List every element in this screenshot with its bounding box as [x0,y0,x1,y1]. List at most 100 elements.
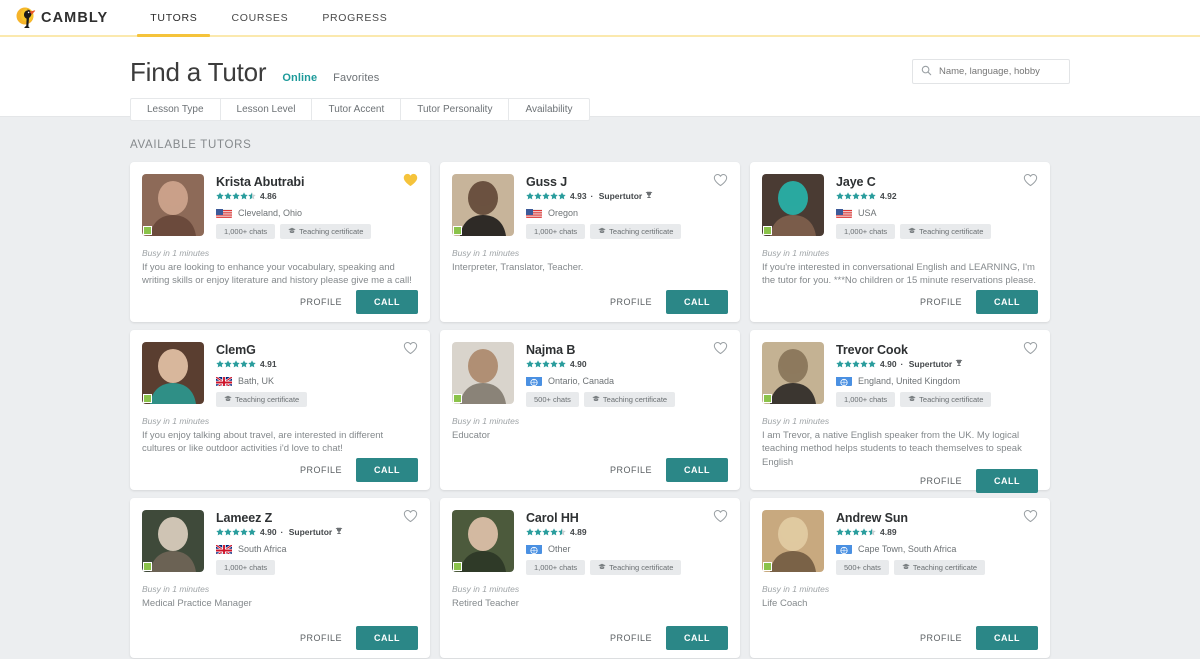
profile-button[interactable]: PROFILE [610,633,652,643]
avatar[interactable] [762,174,824,236]
supertutor-badge: · Supertutor [281,527,344,537]
tutor-card[interactable]: Trevor Cook 4.90 · Supertutor England, Unit… [750,330,1050,494]
avatar[interactable] [142,174,204,236]
avatar[interactable] [142,510,204,572]
filter-availability[interactable]: Availability [508,98,590,121]
profile-button[interactable]: PROFILE [920,633,962,643]
brand-logo[interactable]: CAMBLY [14,5,108,31]
profile-button[interactable]: PROFILE [920,476,962,486]
rating-row: 4.86 [216,191,418,201]
tab-online[interactable]: Online [282,72,317,84]
call-button[interactable]: CALL [356,290,418,314]
avatar[interactable] [762,510,824,572]
main-content: AVAILABLE TUTORS Krista Abutrabi 4.86 Clev… [130,117,1070,658]
tutor-info: Krista Abutrabi 4.86 Cleveland, Ohio 1,000+… [216,174,418,239]
flag-other-icon [526,543,542,554]
rating-row: 4.89 [836,527,1038,537]
location-row: England, United Kingdom [836,375,1038,386]
flag-us-icon [216,207,232,218]
favorite-icon-outline[interactable] [1023,341,1038,360]
call-button[interactable]: CALL [976,290,1038,314]
filter-tutor-accent[interactable]: Tutor Accent [311,98,401,121]
tutor-card[interactable]: Jaye C 4.92 USA 1,000+ chats Teaching certif… [750,162,1050,322]
call-button[interactable]: CALL [976,626,1038,650]
search-input[interactable] [939,66,1061,77]
tutor-card[interactable]: ClemG 4.91 Bath, UK Teaching certificate Bus… [130,330,430,490]
tutor-name: Krista Abutrabi [216,175,305,189]
tutor-info: Andrew Sun 4.89 Cape Town, South Africa 500… [836,510,1038,575]
pill-label: 1,000+ chats [224,227,268,236]
tutor-card-header: Najma B 4.90 Ontario, Canada 500+ chats Teac… [452,342,728,407]
tutor-card[interactable]: Guss J 4.93 · Supertutor Oregon 1,000+ chats… [440,162,740,322]
avatar[interactable] [452,342,514,404]
call-button[interactable]: CALL [356,626,418,650]
profile-button[interactable]: PROFILE [300,297,342,307]
filter-tutor-personality[interactable]: Tutor Personality [400,98,509,121]
filter-lesson-type[interactable]: Lesson Type [130,98,220,121]
badge-pill-row: 1,000+ chats Teaching certificate [836,392,1038,407]
tutor-name: Guss J [526,175,568,189]
profile-button[interactable]: PROFILE [300,465,342,475]
online-status-dot [453,226,462,235]
filter-lesson-level[interactable]: Lesson Level [219,98,312,121]
online-status-dot [763,562,772,571]
rating-value: 4.89 [880,527,897,537]
avatar[interactable] [452,174,514,236]
tutor-card[interactable]: Najma B 4.90 Ontario, Canada 500+ chats Teac… [440,330,740,490]
search-box[interactable] [912,59,1070,84]
favorite-icon-outline[interactable] [1023,509,1038,528]
rating-value: 4.93 [570,191,587,201]
tutor-location: Cape Town, South Africa [858,543,957,554]
profile-button[interactable]: PROFILE [920,297,962,307]
tutor-bio: If you are looking to enhance your vocab… [142,262,412,287]
pill-label: 1,000+ chats [534,227,578,236]
profile-button[interactable]: PROFILE [300,633,342,643]
badge-pill-row: Teaching certificate [216,392,418,407]
call-button[interactable]: CALL [666,290,728,314]
profile-button[interactable]: PROFILE [610,465,652,475]
tutor-bio: If you enjoy talking about travel, are i… [142,430,384,455]
tutor-card[interactable]: Carol HH 4.89 Other 1,000+ chats Teaching ce… [440,498,740,658]
avatar[interactable] [452,510,514,572]
favorite-icon-outline[interactable] [403,509,418,528]
tab-favorites[interactable]: Favorites [333,72,379,84]
favorite-icon-outline[interactable] [713,341,728,360]
online-status-dot [453,394,462,403]
tutor-card-actions: PROFILE CALL [762,290,1038,314]
tutor-card[interactable]: Krista Abutrabi 4.86 Cleveland, Ohio 1,000+… [130,162,430,322]
favorite-icon-outline[interactable] [1023,173,1038,192]
avatar[interactable] [142,342,204,404]
call-button[interactable]: CALL [666,458,728,482]
tutor-card[interactable]: Lameez Z 4.90 · Supertutor South Africa 1,00… [130,498,430,658]
tutor-card-header: Krista Abutrabi 4.86 Cleveland, Ohio 1,000+… [142,174,418,239]
favorite-icon-outline[interactable] [403,341,418,360]
pill-label: Teaching certificate [602,395,668,404]
nav-item-tutors[interactable]: TUTORS [133,0,214,37]
favorite-icon-filled[interactable] [403,173,418,192]
badge-pill-row: 1,000+ chats Teaching certificate [216,224,418,239]
online-status-dot [763,226,772,235]
toucan-logo-icon [14,5,40,31]
call-button[interactable]: CALL [356,458,418,482]
tutor-card-body: Busy in 1 minutes If you are looking to e… [142,248,418,290]
availability-status: Busy in 1 minutes [762,584,830,594]
favorite-icon-outline[interactable] [713,173,728,192]
tutor-bio: Retired Teacher [452,598,519,609]
tutor-card[interactable]: Andrew Sun 4.89 Cape Town, South Africa 500… [750,498,1050,658]
rating-row: 4.92 [836,191,1038,201]
favorite-icon-outline[interactable] [713,509,728,528]
tutor-card-actions: PROFILE CALL [452,290,728,314]
tutor-name: Carol HH [526,511,579,525]
tutor-card-body: Busy in 1 minutes Medical Practice Manage… [142,584,418,626]
tutor-name: Lameez Z [216,511,273,525]
avatar[interactable] [762,342,824,404]
nav-item-progress[interactable]: PROGRESS [305,0,404,35]
nav-item-courses[interactable]: COURSES [214,0,305,35]
tutor-location: Cleveland, Ohio [238,207,303,218]
call-button[interactable]: CALL [976,469,1038,494]
call-button[interactable]: CALL [666,626,728,650]
badge-chat-count: 1,000+ chats [526,560,586,575]
pill-label: 1,000+ chats [224,563,268,572]
profile-button[interactable]: PROFILE [610,297,652,307]
pill-label: Teaching certificate [919,395,984,404]
